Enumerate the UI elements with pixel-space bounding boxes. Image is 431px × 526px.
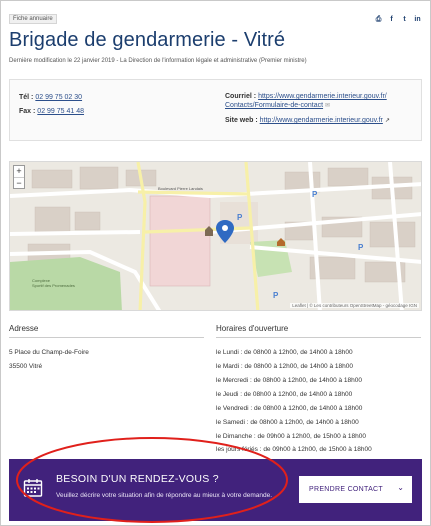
hours-friday: le Vendredi : de 08h00 à 12h00, de 14h00… (216, 405, 363, 412)
hours-heading: Horaires d'ouverture (216, 324, 421, 338)
hours-monday: le Lundi : de 08h00 à 12h00, de 14h00 à … (216, 349, 353, 356)
address-heading: Adresse (9, 324, 204, 338)
svg-text:P: P (237, 213, 243, 222)
mail-icon: ✉ (325, 103, 331, 109)
map-tiles: Boulevard Pierre Landais Complexe Sporti… (10, 162, 421, 310)
modification-note: Dernière modification le 22 janvier 2019… (9, 58, 307, 64)
tel-label: Tél : (19, 94, 34, 101)
calendar-icon (23, 479, 43, 497)
address-line-1: 5 Place du Champ-de-Foire (9, 349, 89, 356)
hours-sunday: le Dimanche : de 09h00 à 12h00, de 15h00… (216, 433, 366, 440)
svg-text:P: P (358, 243, 364, 252)
address-line-2: 35500 Vitré (9, 363, 43, 370)
map[interactable]: Boulevard Pierre Landais Complexe Sporti… (9, 161, 422, 311)
web-link[interactable]: http://www.gendarmerie.interieur.gouv.fr (260, 117, 383, 124)
web-label: Site web : (225, 117, 258, 124)
mail-line-2: Contacts/Formulaire-de-contact ✉ (225, 102, 330, 109)
hours-tuesday: le Mardi : de 08h00 à 12h00, de 14h00 à … (216, 363, 353, 370)
mail-link-part1[interactable]: https://www.gendarmerie.interieur.gouv.f… (258, 93, 387, 100)
banner-title: BESOIN D'UN RENDEZ-VOUS ? (56, 473, 219, 485)
share-icons: ⎙ f t in (374, 15, 422, 24)
zoom-control: + − (13, 165, 25, 189)
map-attribution[interactable]: Leaflet | © Les contributeurs OpenStreet… (290, 303, 419, 308)
web-line: Site web : http://www.gendarmerie.interi… (225, 117, 390, 124)
fax-label: Fax : (19, 108, 36, 115)
svg-text:Sportif des Promenades: Sportif des Promenades (32, 283, 75, 288)
banner-text: Veuillez décrire votre situation afin de… (56, 492, 273, 499)
external-link-icon: ↗ (384, 118, 390, 124)
hours-saturday: le Samedi : de 08h00 à 12h00, de 14h00 à… (216, 419, 359, 426)
appointment-banner: BESOIN D'UN RENDEZ-VOUS ? Veuillez décri… (9, 459, 422, 521)
prendre-contact-label: PRENDRE CONTACT (309, 486, 383, 493)
hours-holidays: les jours fériés : de 09h00 à 12h00, de … (216, 446, 372, 453)
tel-line: Tél : 02 99 75 02 30 (19, 94, 82, 101)
twitter-icon[interactable]: t (400, 15, 409, 24)
zoom-out-button[interactable]: − (14, 177, 24, 188)
svg-text:P: P (312, 190, 318, 199)
fax-link[interactable]: 02 99 75 41 48 (37, 108, 84, 115)
linkedin-icon[interactable]: in (413, 15, 422, 24)
hours-thursday: le Jeudi : de 08h00 à 12h00, de 14h00 à … (216, 391, 353, 398)
facebook-icon[interactable]: f (387, 15, 396, 24)
fax-line: Fax : 02 99 75 41 48 (19, 108, 84, 115)
prendre-contact-button[interactable]: PRENDRE CONTACT ⌄ (299, 476, 412, 503)
hours-wednesday: le Mercredi : de 08h00 à 12h00, de 14h00… (216, 377, 363, 384)
print-icon[interactable]: ⎙ (374, 15, 383, 24)
fiche-tag: Fiche annuaire (9, 14, 57, 24)
mail-link-part2[interactable]: Contacts/Formulaire-de-contact (225, 102, 323, 109)
zoom-in-button[interactable]: + (14, 166, 24, 177)
chevron-down-icon: ⌄ (397, 483, 404, 492)
svg-text:Boulevard Pierre Landais: Boulevard Pierre Landais (158, 186, 203, 191)
page-title: Brigade de gendarmerie - Vitré (9, 29, 286, 51)
tel-link[interactable]: 02 99 75 02 30 (35, 94, 82, 101)
mail-line: Courriel : https://www.gendarmerie.inter… (225, 93, 387, 100)
svg-text:P: P (273, 291, 279, 300)
contact-box: Tél : 02 99 75 02 30 Fax : 02 99 75 41 4… (9, 79, 422, 141)
mail-label: Courriel : (225, 93, 257, 100)
